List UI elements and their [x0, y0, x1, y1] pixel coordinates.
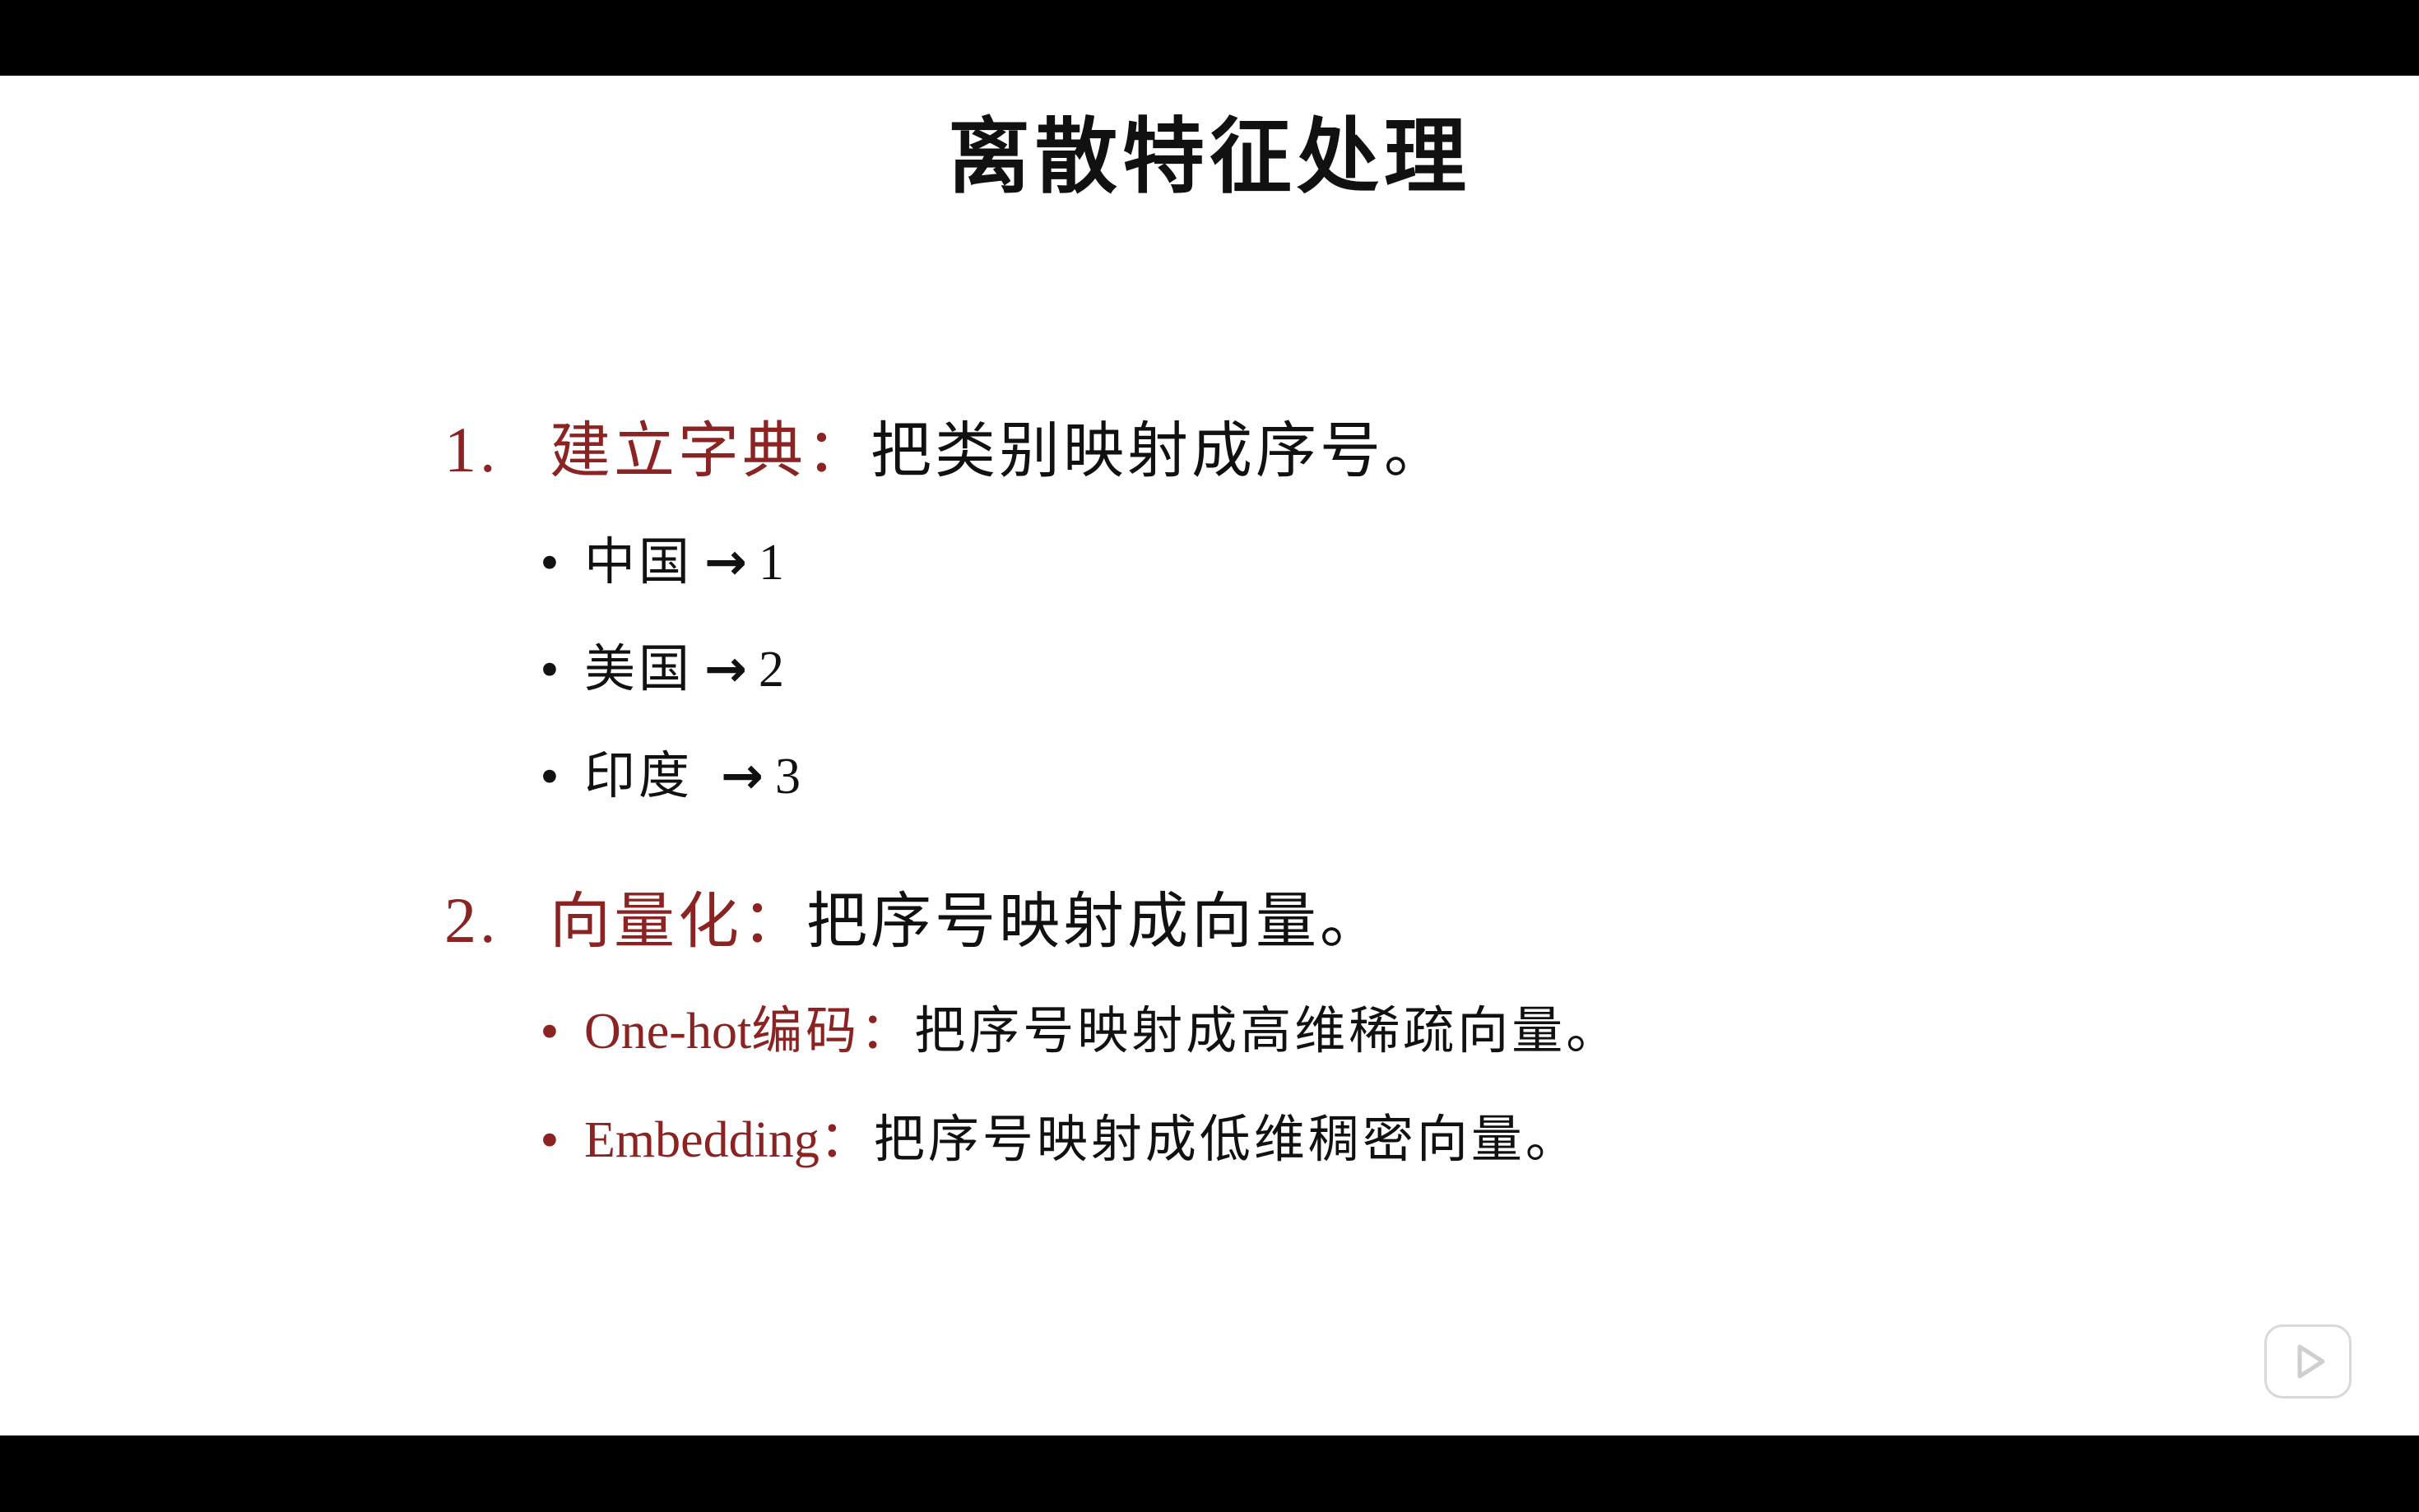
section-2-colon: ： — [742, 886, 806, 957]
letterbox-bottom — [0, 1435, 2419, 1512]
bullet: • — [536, 538, 566, 590]
arrow-right-icon: → — [704, 531, 750, 591]
section-2-heading: 2. 向量化：把序号映射成向量。 — [444, 884, 1384, 958]
list-item: • Embedding：把序号映射成低维稠密向量。 — [536, 1102, 1580, 1179]
term-colon: ： — [860, 1000, 915, 1060]
term-latin: One-hot — [584, 1004, 752, 1060]
section-1-term: 建立字典 — [550, 415, 806, 486]
list-item: • One-hot编码：把序号映射成高维稀疏向量。 — [536, 994, 1620, 1070]
term-colon: ： — [819, 1109, 874, 1169]
index-value: 1 — [758, 535, 787, 591]
arrow-right-icon: → — [721, 745, 767, 805]
category-label: 中国 — [584, 531, 694, 591]
section-2-description: 把序号映射成向量。 — [806, 886, 1384, 957]
section-2-term: 向量化 — [550, 886, 742, 957]
play-button[interactable] — [2264, 1324, 2352, 1398]
arrow-right-icon: → — [704, 638, 750, 698]
bullet: • — [536, 1115, 566, 1167]
term-description: 把序号映射成高维稀疏向量。 — [914, 1000, 1621, 1060]
term-cjk: 编码 — [751, 1000, 861, 1060]
category-label: 印度 — [584, 745, 694, 805]
category-label: 美国 — [584, 638, 694, 698]
bullet: • — [536, 645, 566, 697]
section-1-description: 把类别映射成序号。 — [871, 415, 1448, 486]
index-value: 3 — [774, 749, 804, 805]
bullet: • — [536, 1007, 566, 1059]
list-item: • 美国 → 2 — [536, 632, 787, 708]
play-icon — [2297, 1344, 2325, 1379]
slide: 离散特征处理 1. 建立字典：把类别映射成序号。 • 中国 → 1 • 美国 → 2 • 印度 →… — [0, 76, 2419, 1435]
section-1-number: 1. — [444, 414, 499, 485]
list-item: • 印度 → 3 — [536, 739, 804, 815]
section-1-colon: ： — [806, 415, 871, 486]
section-1-heading: 1. 建立字典：把类别映射成序号。 — [444, 413, 1448, 488]
slide-title: 离散特征处理 — [948, 108, 1471, 205]
term-description: 把序号映射成低维稠密向量。 — [873, 1109, 1580, 1169]
index-value: 2 — [758, 642, 787, 698]
list-item: • 中国 → 1 — [536, 525, 787, 601]
section-2-number: 2. — [444, 884, 499, 956]
term-latin: Embedding — [584, 1112, 819, 1168]
letterbox-top — [0, 0, 2419, 76]
bullet: • — [536, 752, 566, 804]
